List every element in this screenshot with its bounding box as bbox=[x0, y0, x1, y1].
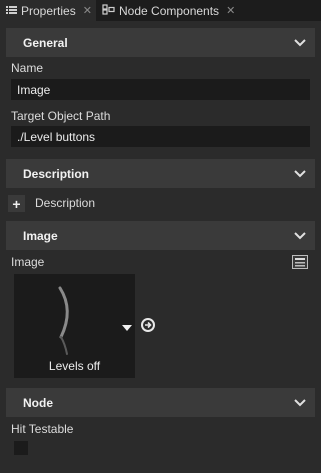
description-label: Description bbox=[35, 196, 96, 210]
dropdown-arrow-icon[interactable] bbox=[122, 321, 132, 331]
chevron-down-icon[interactable] bbox=[285, 398, 315, 407]
tab-properties-label: Properties bbox=[21, 3, 76, 18]
section-description-header[interactable]: Description bbox=[6, 159, 315, 188]
chevron-down-icon[interactable] bbox=[285, 169, 315, 178]
chevron-down-icon[interactable] bbox=[285, 231, 315, 240]
target-object-path-field[interactable]: ./Level buttons bbox=[11, 126, 310, 147]
reset-icon[interactable] bbox=[140, 317, 156, 333]
image-preview-caption: Levels off bbox=[48, 359, 101, 373]
section-title: Node bbox=[23, 395, 53, 410]
tab-node-components-label: Node Components bbox=[119, 3, 220, 18]
tab-bar: Properties ✕ Node Components ✕ bbox=[0, 0, 321, 21]
name-label: Name bbox=[11, 61, 44, 75]
image-browser-icon[interactable] bbox=[292, 255, 308, 269]
chevron-down-icon[interactable] bbox=[285, 38, 315, 47]
image-thumbnail bbox=[58, 286, 69, 355]
image-preview[interactable]: Levels off bbox=[14, 274, 135, 378]
name-field[interactable]: Image bbox=[11, 79, 310, 100]
image-property-label: Image bbox=[11, 255, 45, 269]
hit-testable-checkbox[interactable] bbox=[14, 441, 28, 455]
section-general-header[interactable]: General bbox=[6, 28, 315, 57]
section-title: Image bbox=[23, 228, 58, 243]
close-icon[interactable]: ✕ bbox=[226, 4, 235, 17]
components-icon bbox=[102, 3, 115, 18]
tab-node-components[interactable]: Node Components ✕ bbox=[97, 0, 247, 21]
section-node-header[interactable]: Node bbox=[6, 388, 315, 417]
close-icon[interactable]: ✕ bbox=[83, 4, 92, 17]
hit-testable-label: Hit Testable bbox=[11, 422, 74, 436]
section-title: Description bbox=[23, 166, 90, 181]
list-icon bbox=[6, 4, 17, 18]
section-image-header[interactable]: Image bbox=[6, 221, 315, 250]
add-description-button[interactable]: + bbox=[8, 195, 25, 212]
section-title: General bbox=[23, 35, 68, 50]
tab-properties[interactable]: Properties ✕ bbox=[0, 0, 96, 21]
target-object-path-label: Target Object Path bbox=[11, 109, 111, 123]
